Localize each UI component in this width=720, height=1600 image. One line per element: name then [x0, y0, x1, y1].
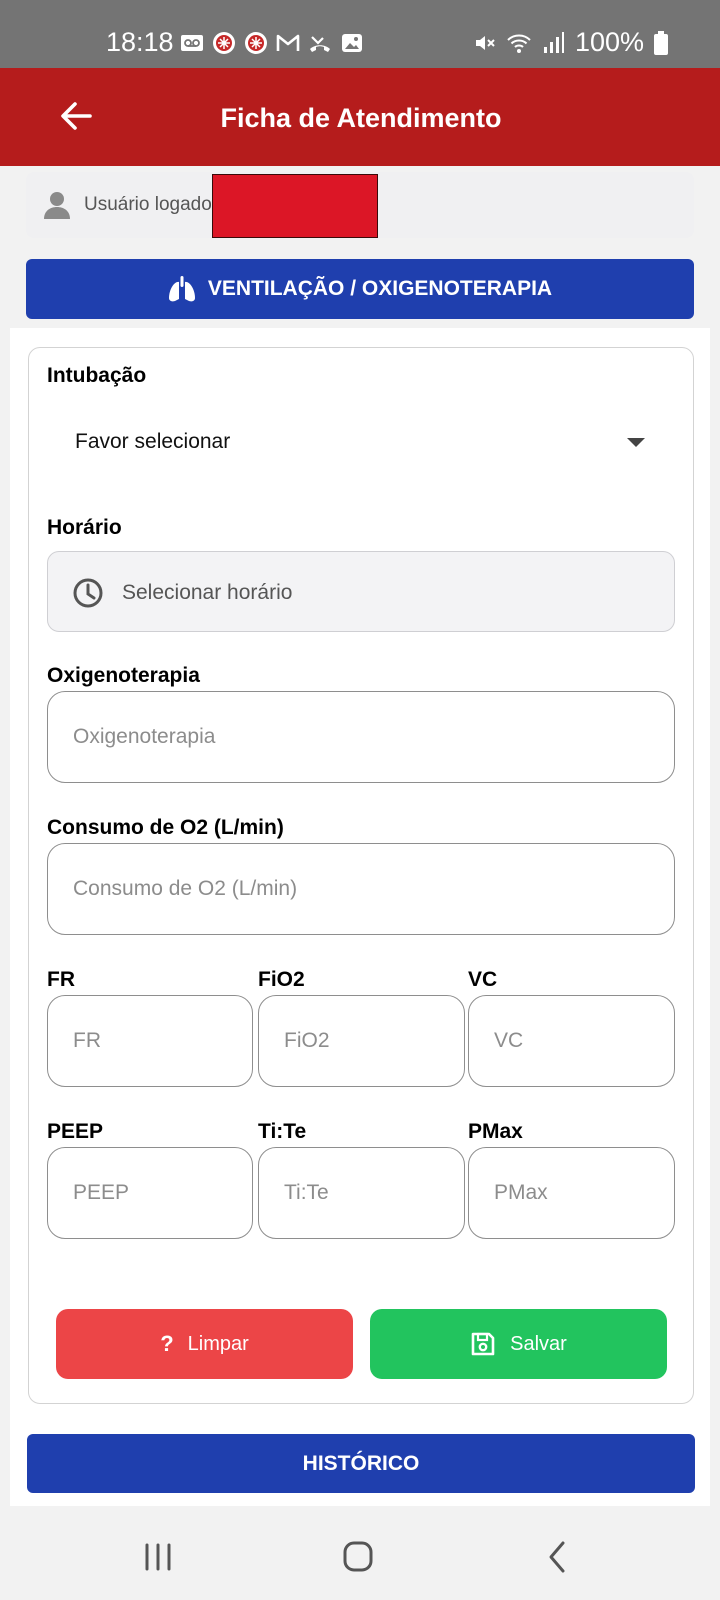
horario-label: Horário [47, 516, 122, 539]
gallery-icon [342, 34, 362, 52]
tite-label: Ti:Te [258, 1120, 307, 1143]
save-button[interactable]: Salvar [370, 1309, 667, 1379]
consumo-o2-label: Consumo de O2 (L/min) [47, 816, 284, 839]
app-header: Ficha de Atendimento [0, 68, 720, 166]
vc-input[interactable] [468, 995, 675, 1087]
voicemail-icon [181, 35, 203, 51]
vc-label: VC [468, 968, 498, 991]
system-nav-bar [0, 1515, 720, 1600]
fr-input[interactable] [47, 995, 253, 1087]
fio2-label: FiO2 [258, 968, 305, 991]
notification-icons [180, 31, 364, 55]
section-title: VENTILAÇÃO / OXIGENOTERAPIA [207, 277, 553, 300]
section-banner[interactable]: VENTILAÇÃO / OXIGENOTERAPIA [26, 259, 694, 319]
floppy-disk-icon [471, 1332, 495, 1356]
recent-apps-icon[interactable] [133, 1535, 183, 1579]
intubacao-label: Intubação [47, 364, 147, 387]
back-icon[interactable] [533, 1535, 583, 1579]
fio2-input[interactable] [258, 995, 465, 1087]
save-button-label: Salvar [510, 1332, 567, 1355]
wifi-icon [507, 34, 531, 53]
page-title: Ficha de Atendimento [220, 103, 502, 133]
history-button-label: HISTÓRICO [302, 1451, 420, 1475]
battery-percent: 100% [574, 27, 644, 57]
intubacao-select[interactable]: Favor selecionar [47, 418, 673, 468]
peep-input[interactable] [47, 1147, 253, 1239]
caret-down-icon [627, 438, 645, 447]
intubacao-selected-value: Favor selecionar [75, 430, 231, 453]
lungs-icon [168, 276, 195, 302]
gmail-icon [276, 34, 300, 51]
system-icons: 100% [473, 27, 668, 58]
question-icon: ? [160, 1331, 174, 1356]
clock-icon [73, 578, 103, 608]
home-icon[interactable] [333, 1535, 383, 1579]
mute-icon [475, 35, 495, 50]
pmax-label: PMax [468, 1120, 523, 1143]
fr-label: FR [47, 968, 75, 991]
pmax-input[interactable] [468, 1147, 675, 1239]
redaction-box [212, 174, 378, 238]
consumo-o2-input[interactable] [47, 843, 675, 935]
app-badge-icon [245, 32, 267, 54]
tite-input[interactable] [258, 1147, 465, 1239]
oxigenoterapia-label: Oxigenoterapia [47, 664, 200, 687]
history-button[interactable]: HISTÓRICO [27, 1434, 695, 1493]
peep-label: PEEP [47, 1120, 104, 1143]
logged-user-label: Usuário logado [84, 194, 212, 215]
status-bar: 18:18 100% [0, 0, 720, 68]
app-badge-icon [213, 32, 235, 54]
clear-button[interactable]: ? Limpar [56, 1309, 353, 1379]
battery-icon [654, 30, 668, 55]
signal-icon [543, 31, 564, 53]
horario-placeholder: Selecionar horário [122, 581, 293, 604]
clear-button-label: Limpar [187, 1332, 249, 1355]
horario-picker[interactable]: Selecionar horário [47, 551, 675, 632]
user-icon [44, 192, 70, 219]
missed-call-icon [310, 36, 330, 52]
status-time: 18:18 [106, 27, 174, 57]
oxigenoterapia-input[interactable] [47, 691, 675, 783]
